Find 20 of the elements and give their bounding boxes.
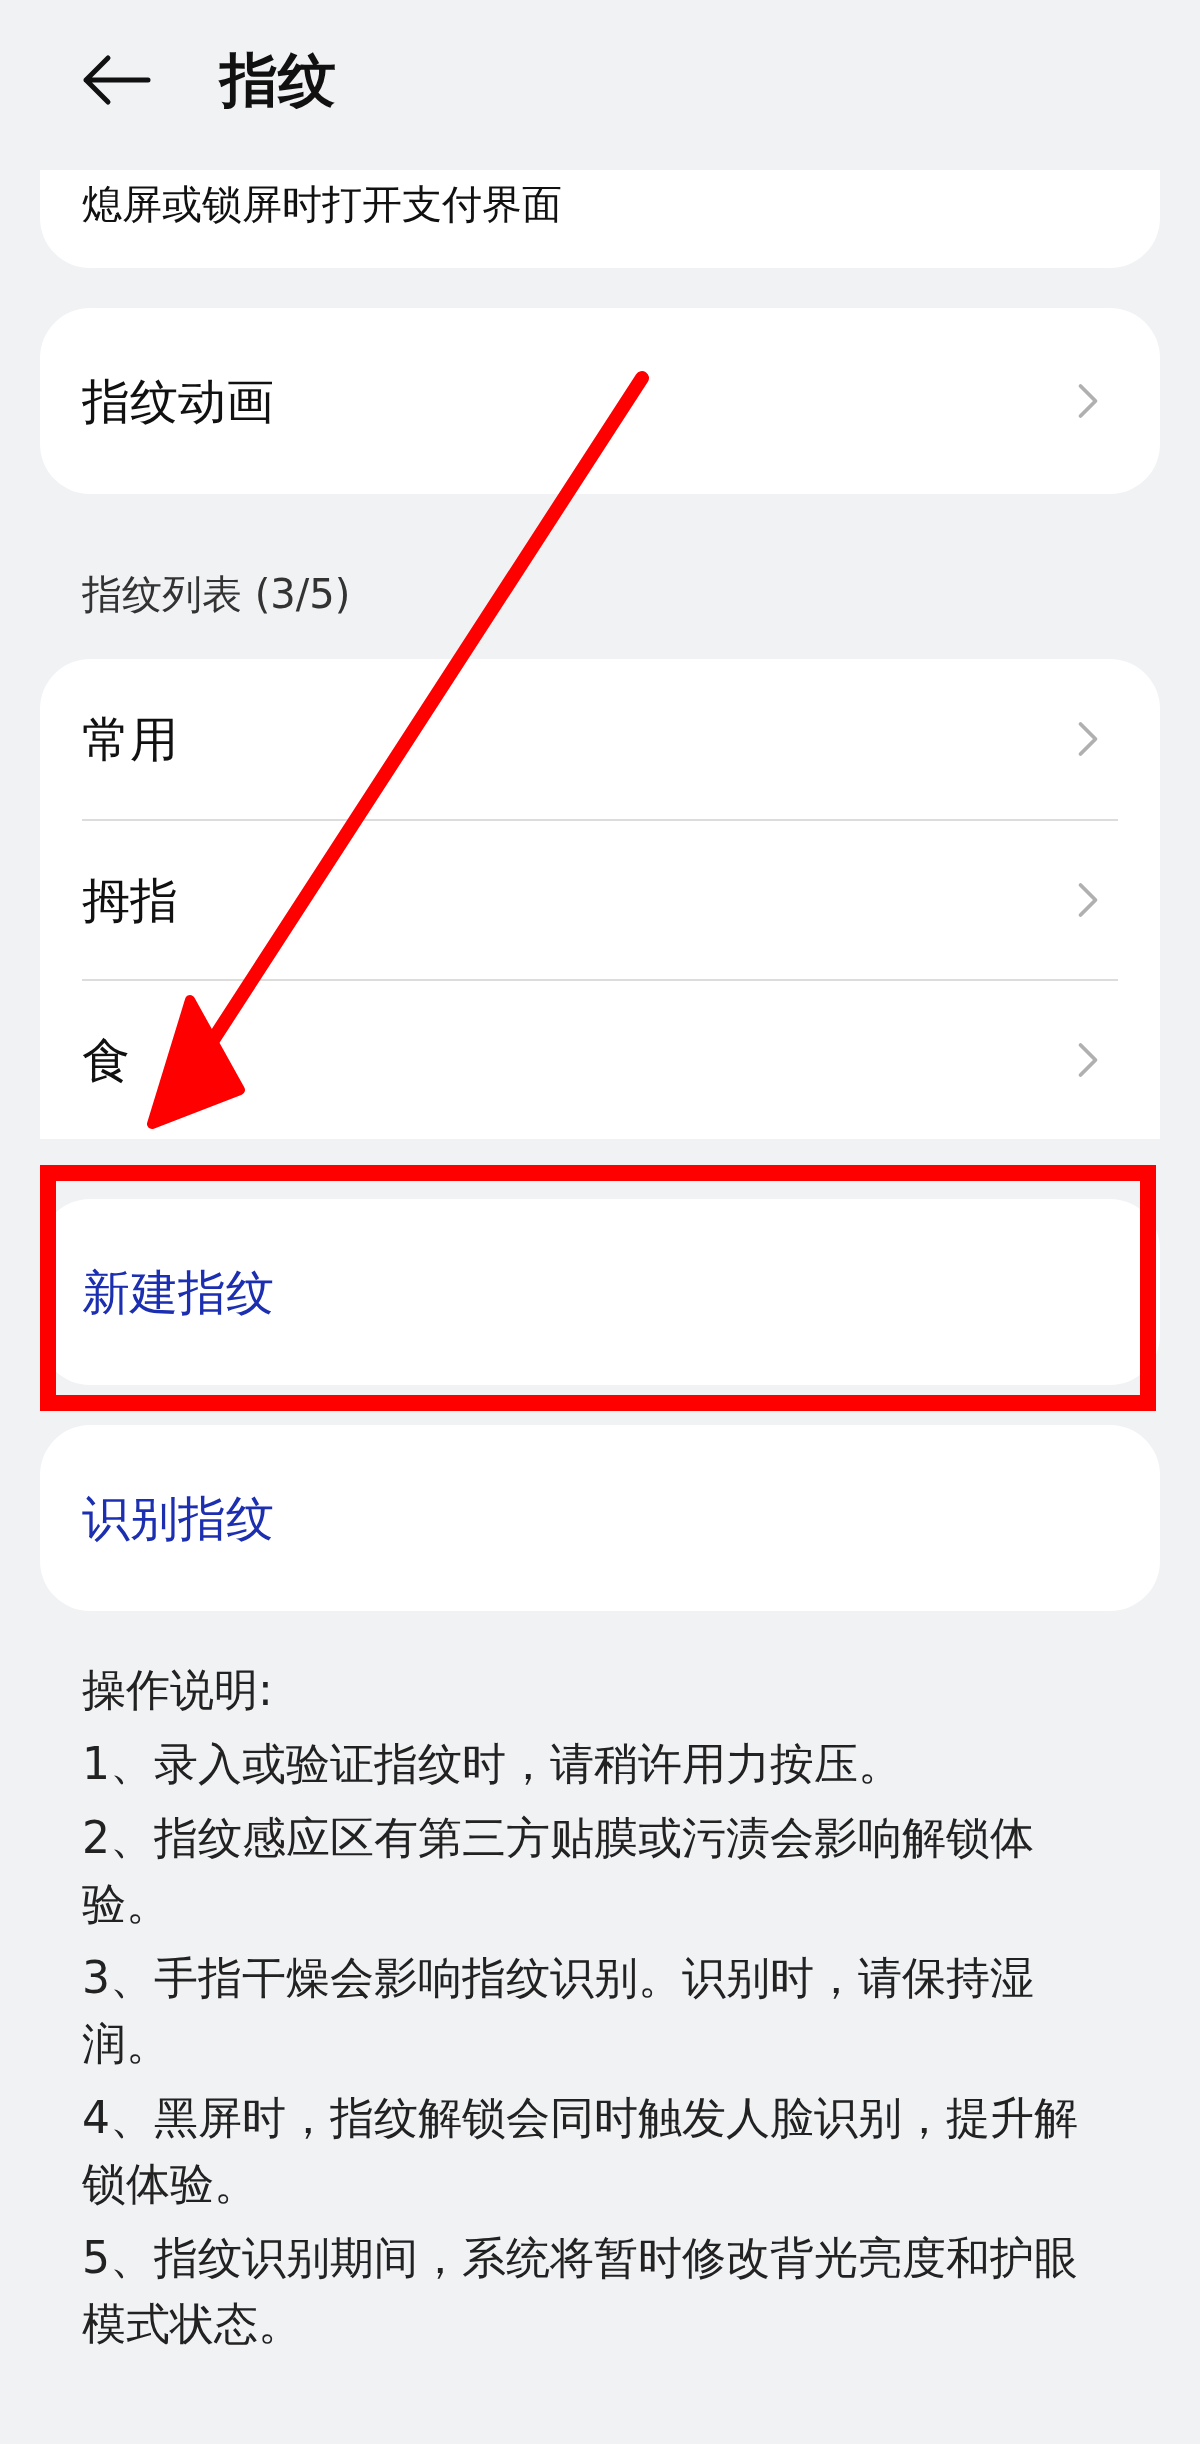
item-label: 识别指纹 xyxy=(82,1489,274,1548)
payment-setting-card[interactable]: 熄屏或锁屏时打开支付界面 xyxy=(40,170,1160,268)
instruction-text: 3、手指干燥会影响指纹识别。识别时，请保持湿润。 xyxy=(82,1951,1035,2071)
setting-label: 熄屏或锁屏时打开支付界面 xyxy=(82,180,562,229)
instructions-heading: 操作说明: xyxy=(82,1663,274,1717)
item-label: 新建指纹 xyxy=(82,1263,274,1322)
item-label: 指纹动画 xyxy=(82,372,274,431)
item-label: 拇指 xyxy=(82,871,178,930)
item-label: 食 xyxy=(82,1031,130,1090)
animation-item[interactable]: 指纹动画 xyxy=(40,308,1160,494)
instruction-text: 5、指纹识别期间，系统将暂时修改背光亮度和护眼模式状态。 xyxy=(82,2231,1079,2351)
action-item[interactable]: 识别指纹 xyxy=(40,1425,1160,1611)
page-title: 指纹 xyxy=(220,44,336,116)
instruction-text: 1、录入或验证指纹时，请稍许用力按压。 xyxy=(82,1737,903,1791)
section-heading: 指纹列表 (3/5) xyxy=(81,570,352,619)
fingerprint-item[interactable]: 常用 xyxy=(82,659,1118,819)
instruction-text: 2、指纹感应区有第三方贴膜或污渍会影响解锁体验。 xyxy=(82,1811,1035,1931)
instruction-text: 4、黑屏时，指纹解锁会同时触发人脸识别，提升解锁体验。 xyxy=(82,2091,1079,2211)
item-label: 常用 xyxy=(82,710,178,769)
fingerprint-item[interactable]: 拇指 xyxy=(82,819,1118,979)
